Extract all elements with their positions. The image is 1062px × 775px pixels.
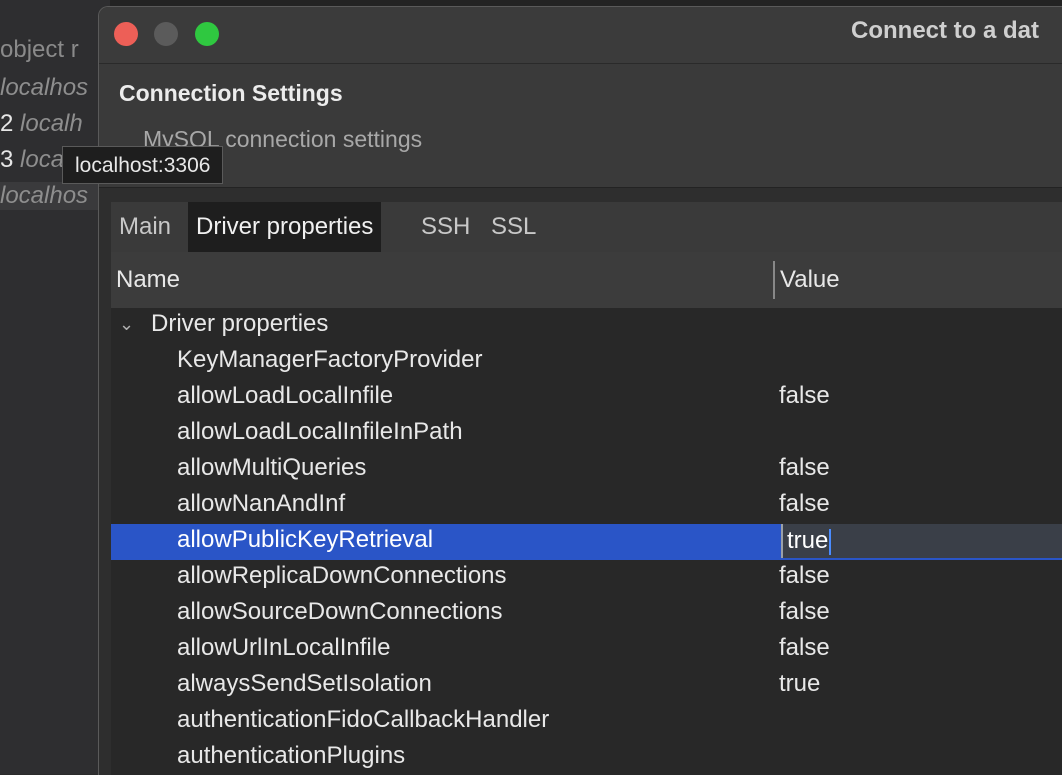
title-bar[interactable]: Connect to a dat	[99, 7, 1062, 63]
table-body: ⌄ Driver properties KeyManagerFactoryPro…	[111, 308, 1062, 775]
property-name: authenticationFidoCallbackHandler	[177, 706, 550, 733]
zoom-window-button[interactable]	[195, 22, 219, 46]
hover-tooltip: localhost:3306	[62, 146, 224, 184]
table-row-selected[interactable]: allowPublicKeyRetrieval true	[111, 524, 1062, 560]
properties-table: Name Value ⌄ Driver properties KeyManage…	[111, 252, 1062, 775]
property-value[interactable]: false	[779, 598, 830, 626]
property-name: allowPublicKeyRetrieval	[177, 526, 434, 553]
tab-ssl[interactable]: SSL	[483, 202, 544, 252]
table-row[interactable]: authenticationFidoCallbackHandler	[111, 704, 1062, 740]
minimize-window-button[interactable]	[154, 22, 178, 46]
group-label: Driver properties	[151, 310, 329, 337]
property-value[interactable]: false	[779, 562, 830, 590]
table-header: Name Value	[111, 252, 1062, 308]
table-row[interactable]: allowNanAndInf false	[111, 488, 1062, 524]
table-row[interactable]: allowLoadLocalInfile false	[111, 380, 1062, 416]
property-name: allowReplicaDownConnections	[177, 562, 507, 589]
table-row[interactable]: KeyManagerFactoryProvider	[111, 344, 1062, 380]
property-name: allowLoadLocalInfileInPath	[177, 418, 463, 445]
column-header-name[interactable]: Name	[116, 252, 180, 308]
column-header-value[interactable]: Value	[780, 252, 840, 308]
property-value[interactable]: true	[779, 670, 820, 698]
column-resize-handle[interactable]	[773, 261, 775, 299]
tab-driver-properties[interactable]: Driver properties	[188, 202, 382, 252]
property-name: allowLoadLocalInfile	[177, 382, 394, 409]
chevron-down-icon[interactable]: ⌄	[119, 314, 134, 335]
property-name: allowNanAndInf	[177, 490, 346, 517]
property-value[interactable]: false	[779, 454, 830, 482]
table-row[interactable]: allowReplicaDownConnections false	[111, 560, 1062, 596]
table-row[interactable]: alwaysSendSetIsolation true	[111, 668, 1062, 704]
property-value[interactable]: false	[779, 382, 830, 410]
bg-line[interactable]: localhos	[0, 182, 110, 210]
background-navigator: object r localhos 2 localh 3 loca localh…	[0, 0, 110, 774]
tab-bar: Main Driver properties SSH SSL	[111, 202, 1062, 252]
bg-line[interactable]: 2 localh	[0, 110, 83, 138]
editor-text: true	[787, 527, 829, 554]
tab-ssh[interactable]: SSH	[413, 202, 478, 252]
property-name: alwaysSendSetIsolation	[177, 670, 432, 697]
bg-line[interactable]: localhos	[0, 74, 88, 102]
tab-main[interactable]: Main	[111, 202, 179, 252]
section-title: Connection Settings	[119, 80, 343, 106]
settings-header: Connection Settings MySQL connection set…	[99, 63, 1062, 188]
window-title: Connect to a dat	[851, 17, 1040, 44]
dialog-body: Main Driver properties SSH SSL Name Valu…	[99, 187, 1062, 775]
tree-group-row[interactable]: ⌄ Driver properties	[111, 308, 1062, 344]
connect-dialog: Connect to a dat Connection Settings MyS…	[98, 6, 1062, 775]
bg-line[interactable]: 3 loca	[0, 146, 64, 174]
property-value[interactable]: false	[779, 490, 830, 518]
property-value-editor[interactable]: true	[781, 524, 1062, 558]
property-name: KeyManagerFactoryProvider	[177, 346, 483, 373]
property-name: authenticationPlugins	[177, 742, 406, 769]
property-name: allowMultiQueries	[177, 454, 367, 481]
table-row[interactable]: allowLoadLocalInfileInPath	[111, 416, 1062, 452]
table-row[interactable]: authenticationPlugins	[111, 740, 1062, 775]
property-name: allowSourceDownConnections	[177, 598, 503, 625]
text-caret	[829, 528, 832, 555]
table-row[interactable]: allowMultiQueries false	[111, 452, 1062, 488]
property-value[interactable]: false	[779, 634, 830, 662]
table-row[interactable]: allowSourceDownConnections false	[111, 596, 1062, 632]
table-row[interactable]: allowUrlInLocalInfile false	[111, 632, 1062, 668]
close-window-button[interactable]	[114, 22, 138, 46]
bg-line: object r	[0, 36, 79, 63]
property-name: allowUrlInLocalInfile	[177, 634, 391, 661]
